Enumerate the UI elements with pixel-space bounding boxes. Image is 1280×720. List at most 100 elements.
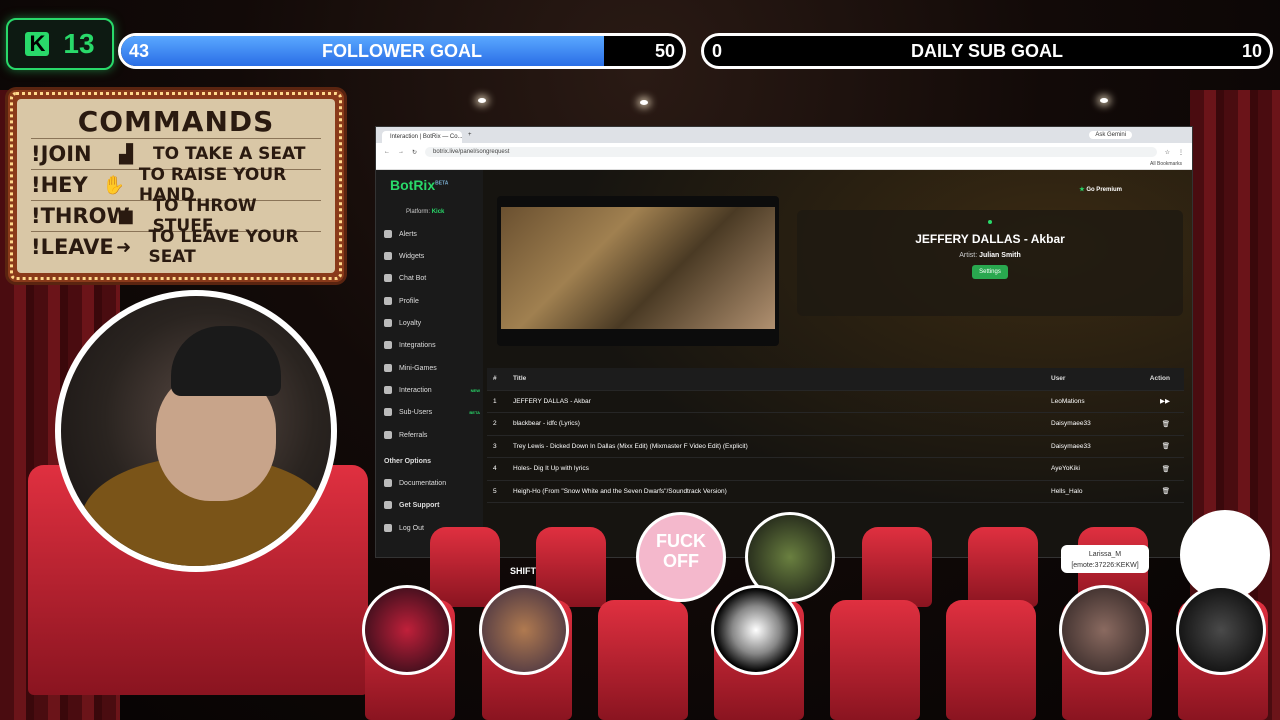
- sidebar-item-documentation[interactable]: Documentation: [384, 477, 480, 489]
- alert-icon: [384, 230, 392, 238]
- col-title: Title: [513, 375, 527, 383]
- col-number: #: [493, 375, 497, 383]
- back-icon[interactable]: ←: [384, 149, 390, 155]
- streamer-hat: [171, 326, 281, 396]
- reload-icon[interactable]: ↻: [412, 149, 417, 156]
- users-icon: [384, 408, 392, 416]
- command-desc: TO LEAVE YOUR SEAT: [148, 227, 299, 267]
- table-header: # Title User Action: [487, 368, 1184, 391]
- viewer-avatar-album: FUCK OFF: [636, 512, 726, 602]
- other-options-heading: Other Options: [384, 457, 432, 465]
- theater-seat: [862, 527, 932, 607]
- beta-badge: BETA: [469, 409, 480, 415]
- row-number: 3: [493, 442, 497, 450]
- nav-label: Alerts: [399, 230, 417, 238]
- browser-window: Interaction | BotRix — Co... + Ask Gemin…: [375, 126, 1193, 558]
- theater-seat: [598, 600, 688, 720]
- kick-logo-icon: K: [25, 31, 50, 56]
- row-number: 1: [493, 397, 497, 405]
- botrix-logo: BotRixBETA: [390, 177, 448, 193]
- ask-gemini-button[interactable]: Ask Gemini: [1089, 131, 1132, 139]
- row-title: Heigh-Ho (From "Snow White and the Seven…: [513, 487, 727, 495]
- music-icon: [384, 386, 392, 394]
- row-title: Trey Lewis - Dicked Down In Dallas (Mixx…: [513, 442, 748, 450]
- command-name: !HEY: [31, 173, 88, 197]
- sub-goal-bar: 0 DAILY SUB GOAL 10: [701, 33, 1273, 69]
- commands-sign: COMMANDS !JOIN ▟ TO TAKE A SEAT !HEY ✋ TO RA…: [8, 90, 344, 282]
- row-number: 5: [493, 487, 497, 495]
- command-name: !LEAVE: [31, 235, 114, 259]
- bookmark-star-icon[interactable]: ☆: [1165, 149, 1170, 156]
- ceiling-light: [640, 100, 648, 105]
- sub-goal-label: DAILY SUB GOAL: [910, 40, 1064, 61]
- profile-icon: [384, 297, 392, 305]
- robot-icon: [384, 274, 392, 282]
- trophy-icon: [384, 319, 392, 327]
- row-user: AyeYoKiki: [1051, 465, 1080, 473]
- artist-name: Julian Smith: [979, 252, 1021, 259]
- col-user: User: [1051, 375, 1066, 383]
- trash-icon[interactable]: 🗑: [1139, 465, 1184, 473]
- row-title: Holes- Dig It Up with lyrics: [513, 465, 589, 473]
- row-title: blackbear - idfc (Lyrics): [513, 420, 580, 428]
- viewer-avatar: [711, 585, 801, 675]
- follower-goal-bar: 43 FOLLOWER GOAL 50: [118, 33, 686, 69]
- menu-icon[interactable]: ⋮: [1178, 149, 1184, 156]
- table-row: 1 JEFFERY DALLAS - Akbar LeoMations ▶▶: [487, 391, 1184, 413]
- go-premium-label: Go Premium: [1086, 187, 1122, 193]
- song-queue-table: # Title User Action 1 JEFFERY DALLAS - Ak…: [487, 368, 1184, 503]
- follower-goal-label: FOLLOWER GOAL: [322, 40, 482, 61]
- ceiling-light: [1100, 98, 1108, 103]
- webcam-feed: [55, 290, 337, 572]
- settings-button[interactable]: Settings: [972, 265, 1008, 279]
- row-user: LeoMations: [1051, 397, 1085, 405]
- go-premium-link[interactable]: ★ Go Premium: [1079, 186, 1122, 193]
- viewer-avatar: [1059, 585, 1149, 675]
- forward-icon[interactable]: →: [398, 149, 404, 155]
- sidebar-item-loyalty[interactable]: Loyalty: [384, 317, 480, 329]
- sidebar-item-widgets[interactable]: Widgets: [384, 250, 480, 262]
- command-row: !LEAVE ➜ TO LEAVE YOUR SEAT: [31, 227, 321, 267]
- trash-icon[interactable]: 🗑: [1139, 420, 1184, 428]
- chat-shift-text: SHIFT: [510, 566, 536, 576]
- doc-icon: [384, 479, 392, 487]
- nav-label: Sub-Users: [399, 408, 433, 416]
- sidebar-item-referrals[interactable]: Referrals: [384, 429, 480, 441]
- sidebar-item-alerts[interactable]: Alerts: [384, 228, 480, 240]
- logo-text: BotRix: [390, 177, 436, 193]
- kick-viewer-badge: K 13: [6, 18, 114, 70]
- sidebar-item-minigames[interactable]: Mini-Games: [384, 362, 480, 374]
- sidebar-item-profile[interactable]: Profile: [384, 295, 480, 307]
- logout-icon: [384, 524, 392, 532]
- browser-tab[interactable]: Interaction | BotRix — Co...: [382, 131, 462, 143]
- table-row: 5 Heigh-Ho (From "Snow White and the Seve…: [487, 481, 1184, 503]
- skip-icon[interactable]: ▶▶: [1139, 397, 1184, 405]
- commands-title: COMMANDS: [77, 105, 275, 138]
- viewer-count: 13: [63, 28, 95, 59]
- sidebar-item-support[interactable]: Get Support: [384, 499, 480, 511]
- nav-label: Referrals: [399, 431, 428, 439]
- song-request-panel: ★ Go Premium JEFFERY DALLAS - Akbar Arti…: [483, 170, 1192, 557]
- chair-icon: ▟: [119, 143, 133, 165]
- sidebar-item-chatbot[interactable]: Chat Bot: [384, 272, 480, 284]
- widgets-icon: [384, 252, 392, 260]
- sidebar-item-integrations[interactable]: Integrations: [384, 339, 480, 351]
- bookmarks-bar[interactable]: All Bookmarks: [376, 161, 1192, 170]
- command-name: !THROW: [31, 204, 130, 228]
- now-playing-title: JEFFERY DALLAS - Akbar: [915, 232, 1065, 246]
- url-input[interactable]: botrix.live/panel/songrequest: [425, 147, 1157, 157]
- video-frame: [501, 207, 775, 329]
- video-player[interactable]: [497, 196, 779, 346]
- sidebar-item-subusers[interactable]: Sub-Users BETA: [384, 406, 480, 418]
- trash-icon[interactable]: 🗑: [1139, 442, 1184, 450]
- nav-label: Profile: [399, 297, 419, 305]
- nav-label: Widgets: [399, 252, 425, 260]
- command-name: !JOIN: [31, 142, 92, 166]
- beta-tag: BETA: [435, 180, 449, 187]
- sidebar-item-interaction[interactable]: Interaction NEW: [384, 384, 480, 396]
- new-tab-icon[interactable]: +: [468, 132, 472, 138]
- nav-label: Mini-Games: [399, 364, 437, 372]
- trash-icon[interactable]: 🗑: [1139, 487, 1184, 495]
- theater-seat: [430, 527, 500, 607]
- row-title: JEFFERY DALLAS - Akbar: [513, 397, 591, 405]
